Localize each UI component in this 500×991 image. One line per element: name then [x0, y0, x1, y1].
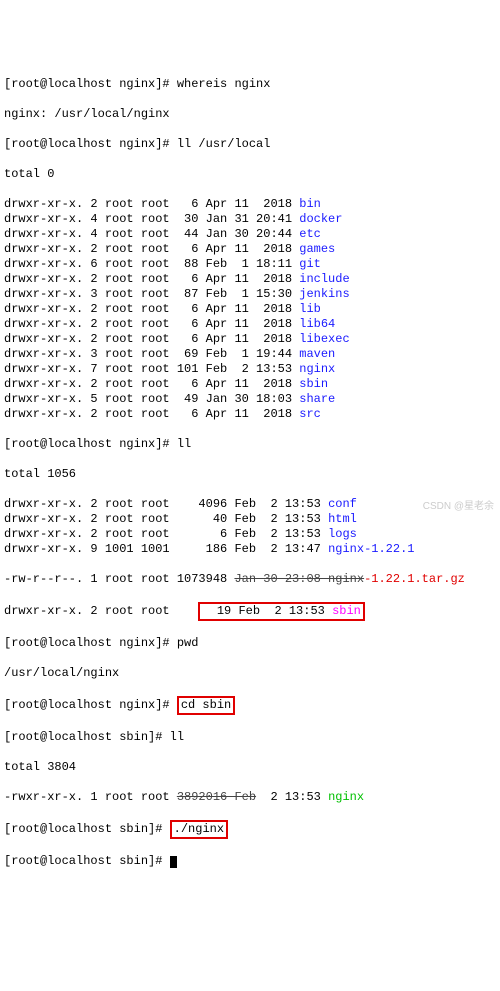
list-item: drwxr-xr-x. 2 root root 6 Apr 11 2018 in… [4, 272, 496, 287]
list-item: drwxr-xr-x. 4 root root 44 Jan 30 20:44 … [4, 227, 496, 242]
sbin-line: drwxr-xr-x. 2 root root 19 Feb 2 13:53 s… [4, 602, 496, 621]
whereis-output: nginx: /usr/local/nginx [4, 107, 496, 122]
watermark: CSDN @星老余 [423, 499, 494, 514]
prompt: [root@localhost sbin]# [4, 822, 170, 836]
dir-name: sbin [299, 377, 328, 391]
prompt: [root@localhost nginx]# [4, 698, 177, 712]
list-item: drwxr-xr-x. 7 root root 101 Feb 2 13:53 … [4, 362, 496, 377]
list-item: drwxr-xr-x. 2 root root 6 Apr 11 2018 bi… [4, 197, 496, 212]
total-line: total 1056 [4, 467, 496, 482]
dir-name: libexec [299, 332, 349, 346]
list-item: drwxr-xr-x. 2 root root 6 Apr 11 2018 ga… [4, 242, 496, 257]
list-item: drwxr-xr-x. 2 root root 6 Apr 11 2018 li… [4, 317, 496, 332]
list-item: drwxr-xr-x. 2 root root 6 Apr 11 2018 li… [4, 302, 496, 317]
dir-name: src [299, 407, 321, 421]
highlight-box-run: ./nginx [170, 820, 228, 839]
cmd-ll3: ll [170, 730, 184, 744]
list-item: drwxr-xr-x. 2 root root 6 Apr 11 2018 sr… [4, 407, 496, 422]
list-item: drwxr-xr-x. 9 1001 1001 186 Feb 2 13:47 … [4, 542, 496, 557]
dir-name: maven [299, 347, 335, 361]
prompt: [root@localhost sbin]# [4, 730, 170, 744]
nginx-strike: 3892016 Feb [177, 790, 256, 804]
dir-name: share [299, 392, 335, 406]
cmd-ll-usr-local: ll /usr/local [177, 137, 271, 151]
dir-name: lib64 [299, 317, 335, 331]
prompt: [root@localhost sbin]# [4, 854, 170, 868]
cmd-cd-sbin: cd sbin [181, 698, 231, 712]
total-line: total 0 [4, 167, 496, 182]
dir-name: nginx [299, 362, 335, 376]
terminal-output[interactable]: [root@localhost nginx]# whereis nginx ng… [4, 62, 496, 884]
list-item: drwxr-xr-x. 5 root root 49 Jan 30 18:03 … [4, 392, 496, 407]
list-item: drwxr-xr-x. 3 root root 87 Feb 1 15:30 j… [4, 287, 496, 302]
prompt: [root@localhost nginx]# [4, 77, 177, 91]
cmd-whereis: whereis nginx [177, 77, 271, 91]
dir-name: bin [299, 197, 321, 211]
prompt: [root@localhost nginx]# [4, 437, 177, 451]
cursor[interactable] [170, 856, 177, 868]
dir-name: include [299, 272, 349, 286]
highlight-box-cd: cd sbin [177, 696, 235, 715]
cmd-ll: ll [177, 437, 191, 451]
list-item: drwxr-xr-x. 4 root root 30 Jan 31 20:41 … [4, 212, 496, 227]
dir-name: logs [328, 527, 357, 541]
list-item: drwxr-xr-x. 2 root root 6 Apr 11 2018 sb… [4, 377, 496, 392]
sbin-dir: sbin [332, 604, 361, 618]
tar-line: -rw-r--r--. 1 root root 1073948 Jan 30 2… [4, 572, 496, 587]
dir-name: nginx-1.22.1 [328, 542, 414, 556]
dir-name: conf [328, 497, 357, 511]
tar-strike: Jan 30 23:08 nginx [234, 572, 364, 586]
dir-name: etc [299, 227, 321, 241]
highlight-box-sbin: 19 Feb 2 13:53 sbin [198, 602, 364, 621]
list-item: drwxr-xr-x. 6 root root 88 Feb 1 18:11 g… [4, 257, 496, 272]
dir-name: git [299, 257, 321, 271]
dir-name: lib [299, 302, 321, 316]
list-item: drwxr-xr-x. 2 root root 6 Feb 2 13:53 lo… [4, 527, 496, 542]
prompt: [root@localhost nginx]# [4, 137, 177, 151]
list-item: drwxr-xr-x. 3 root root 69 Feb 1 19:44 m… [4, 347, 496, 362]
cmd-run-nginx: ./nginx [174, 822, 224, 836]
tar-name: -1.22.1.tar.gz [364, 572, 465, 586]
list-item: drwxr-xr-x. 2 root root 6 Apr 11 2018 li… [4, 332, 496, 347]
dir-name: jenkins [299, 287, 349, 301]
cmd-pwd: pwd [177, 636, 199, 650]
dir-name: html [328, 512, 357, 526]
dir-name: games [299, 242, 335, 256]
dir-name: docker [299, 212, 342, 226]
pwd-output: /usr/local/nginx [4, 666, 496, 681]
nginx-bin-line: -rwxr-xr-x. 1 root root 3892016 Feb 2 13… [4, 790, 496, 805]
list-item: drwxr-xr-x. 2 root root 40 Feb 2 13:53 h… [4, 512, 496, 527]
prompt: [root@localhost nginx]# [4, 636, 177, 650]
nginx-exec: nginx [328, 790, 364, 804]
ls-usr-local: drwxr-xr-x. 2 root root 6 Apr 11 2018 bi… [4, 197, 496, 422]
total-line: total 3804 [4, 760, 496, 775]
